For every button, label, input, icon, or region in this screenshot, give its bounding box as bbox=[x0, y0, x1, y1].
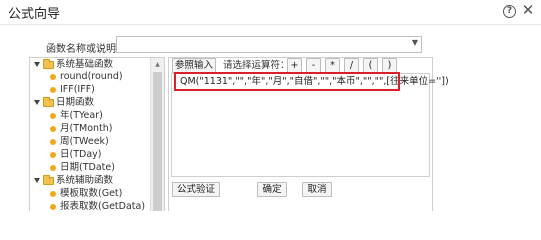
function-dot-icon bbox=[50, 138, 56, 145]
function-dot-icon bbox=[50, 164, 56, 171]
function-dot-icon bbox=[50, 73, 56, 80]
tree-item-tday[interactable]: 日(TDay) bbox=[50, 148, 101, 161]
reference-input-button[interactable]: 参照输入 bbox=[172, 58, 216, 73]
tree-item-tmonth[interactable]: 月(TMonth) bbox=[50, 122, 113, 135]
tree-folder-aux[interactable]: 系统辅助函数 bbox=[34, 174, 113, 187]
function-name-label: 函数名称或说明: bbox=[46, 44, 120, 55]
function-dot-icon bbox=[50, 125, 56, 132]
formula-highlight-box bbox=[174, 72, 400, 91]
function-dot-icon bbox=[50, 86, 56, 93]
dialog-title: 公式向导 bbox=[8, 7, 61, 22]
tree-folder-date[interactable]: 日期函数 bbox=[34, 96, 94, 109]
dialog-titlebar: 公式向导 ? ✕ bbox=[0, 0, 541, 25]
validate-formula-button[interactable]: 公式验证 bbox=[172, 182, 220, 197]
help-icon[interactable]: ? bbox=[503, 5, 516, 18]
operator-multiply-button[interactable]: * bbox=[325, 58, 340, 73]
tree-item-tweek[interactable]: 周(TWeek) bbox=[50, 135, 109, 148]
function-dot-icon bbox=[50, 151, 56, 158]
expand-triangle-icon[interactable] bbox=[34, 178, 40, 183]
operator-minus-button[interactable]: - bbox=[306, 58, 321, 73]
tree-item-tyear[interactable]: 年(TYear) bbox=[50, 109, 103, 122]
tree-item-iff[interactable]: IFF(IFF) bbox=[50, 83, 95, 96]
folder-icon bbox=[43, 96, 54, 107]
tree-item-getdata[interactable]: 报表取数(GetData) bbox=[50, 200, 145, 211]
operator-close-paren-button[interactable]: ) bbox=[382, 58, 397, 73]
function-tree: 系统基础函数 round(round) IFF(IFF) 日期函数 年(TYea… bbox=[29, 57, 165, 211]
chevron-down-icon: ▼ bbox=[411, 38, 418, 47]
scroll-up-icon[interactable]: ▲ bbox=[151, 59, 164, 70]
expand-triangle-icon[interactable] bbox=[34, 62, 40, 67]
function-name-select[interactable]: ▼ bbox=[116, 36, 422, 53]
tree-item-round[interactable]: round(round) bbox=[50, 70, 123, 83]
expand-triangle-icon[interactable] bbox=[34, 100, 40, 105]
close-icon[interactable]: ✕ bbox=[521, 2, 535, 19]
ok-button[interactable]: 确定 bbox=[257, 182, 287, 197]
scrollbar-thumb[interactable] bbox=[153, 72, 162, 211]
operator-divide-button[interactable]: / bbox=[344, 58, 359, 73]
function-dot-icon bbox=[50, 190, 56, 197]
operator-open-paren-button[interactable]: ( bbox=[363, 58, 378, 73]
tree-scrollbar[interactable]: ▲ bbox=[150, 58, 164, 211]
tree-item-get[interactable]: 模板取数(Get) bbox=[50, 187, 122, 200]
operator-prompt: 请选择运算符： bbox=[223, 60, 290, 71]
cancel-button[interactable]: 取消 bbox=[302, 182, 332, 197]
function-dot-icon bbox=[50, 203, 56, 210]
function-dot-icon bbox=[50, 112, 56, 119]
folder-icon bbox=[43, 58, 54, 69]
folder-icon bbox=[43, 174, 54, 185]
operator-plus-button[interactable]: + bbox=[287, 58, 302, 73]
tree-item-tdate[interactable]: 日期(TDate) bbox=[50, 161, 115, 174]
